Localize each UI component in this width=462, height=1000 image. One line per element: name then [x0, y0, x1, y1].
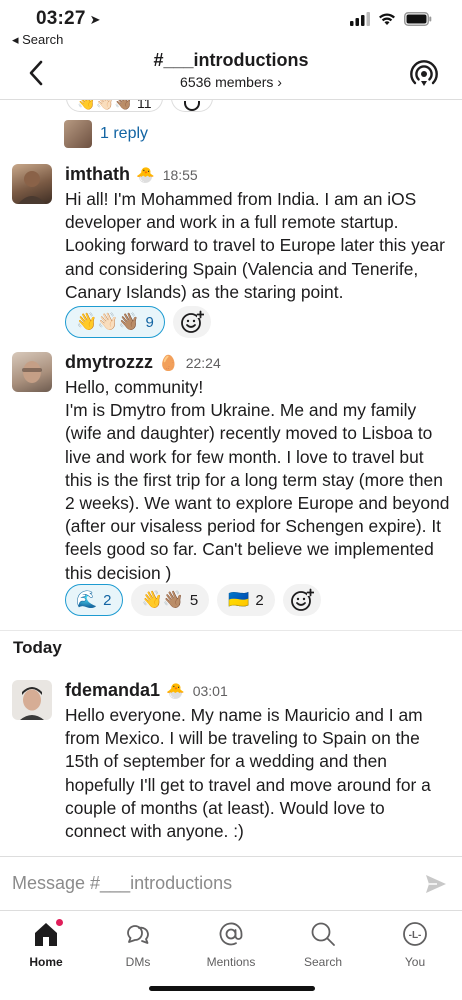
message-header: dmytrozzz 🥚 22:24 [65, 352, 221, 373]
add-reaction-button[interactable] [282, 584, 321, 616]
add-emoji-icon [180, 310, 204, 333]
reaction-pill[interactable]: 👋👋🏻👋🏽 9 [65, 306, 165, 338]
reaction-count: 2 [103, 591, 112, 609]
reaction-count: 11 [137, 100, 152, 111]
reply-count-link[interactable]: 1 reply [100, 125, 148, 143]
reaction-count: 5 [189, 591, 199, 609]
hatching-chick-icon: 🐣 [136, 166, 155, 184]
home-indicator [149, 986, 315, 991]
tab-label: Search [303, 955, 343, 969]
notification-badge [54, 917, 65, 928]
wave-emoji-icon: 👋👋🏻👋🏽 [76, 312, 140, 331]
reaction-pill[interactable]: 🇺🇦 2 [217, 584, 275, 616]
status-bar: 03:27 ➤ ◂ Search [0, 0, 462, 47]
send-icon[interactable] [424, 872, 448, 896]
back-to-app-link[interactable]: ◂ Search [12, 32, 63, 48]
reply-avatar [64, 120, 92, 148]
reaction-pill[interactable]: 👋👋🏻👋🏽 11 [66, 100, 163, 112]
timestamp: 18:55 [162, 166, 198, 183]
dms-icon [123, 919, 153, 949]
message-header: fdemanda1 🐣 03:01 [65, 680, 228, 701]
avatar-illustration [18, 171, 46, 204]
cellular-signal-icon [350, 12, 370, 26]
message-input[interactable]: Message #___introductions [12, 873, 232, 894]
wave-custom-emoji-icon: 🌊 [76, 590, 98, 609]
channel-title[interactable]: #___introductions [0, 50, 462, 71]
add-reaction-button[interactable] [172, 306, 211, 338]
wave-emoji-icon: 👋👋🏽 [141, 590, 184, 609]
you-icon: -L- [400, 919, 430, 949]
member-count[interactable]: 6536 members › [0, 74, 462, 90]
reaction-count: 2 [255, 591, 264, 609]
username[interactable]: fdemanda1 [65, 680, 160, 701]
tab-home[interactable]: Home [6, 917, 86, 969]
channel-header: #___introductions 6536 members › [0, 48, 462, 100]
status-icons [350, 12, 432, 26]
message-text: Hello, community! I'm is Dmytro from Ukr… [65, 377, 450, 583]
add-emoji-icon [183, 101, 200, 111]
timestamp: 22:24 [185, 354, 221, 371]
reaction-count: 9 [145, 313, 154, 331]
clock-text: 03:27 [36, 8, 86, 29]
message-composer[interactable]: Message #___introductions [0, 856, 462, 910]
thread-replies[interactable]: 1 reply [64, 120, 148, 148]
message-text: Hello everyone. My name is Mauricio and … [65, 705, 431, 842]
username[interactable]: dmytrozzz [65, 352, 153, 373]
tab-label: Home [29, 955, 63, 969]
tab-label: DMs [125, 955, 151, 969]
add-reaction-pill[interactable] [170, 100, 213, 112]
wifi-icon [379, 13, 395, 25]
egg-icon: 🥚 [159, 354, 178, 372]
location-arrow-icon: ➤ [89, 12, 101, 27]
reaction-pill[interactable]: 🌊 2 [65, 584, 123, 616]
search-icon [308, 919, 338, 949]
ukraine-flag-icon: 🇺🇦 [228, 590, 250, 609]
tab-dms[interactable]: DMs [98, 919, 178, 969]
huddle-headphones-icon[interactable] [410, 60, 438, 88]
previous-message-reactions: 👋👋🏻👋🏽 11 [66, 100, 213, 112]
day-divider-line [0, 630, 462, 631]
tab-search[interactable]: Search [283, 919, 363, 969]
day-divider-label: Today [13, 638, 62, 657]
add-emoji-icon [290, 588, 314, 611]
reaction-pill[interactable]: 👋👋🏽 5 [130, 584, 210, 616]
message-text: Hi all! I'm Mohammed from India. I am an… [65, 189, 445, 302]
avatar-illustration [22, 361, 42, 383]
tab-mentions[interactable]: Mentions [191, 919, 271, 969]
message-header: imthath 🐣 18:55 [65, 164, 198, 185]
svg-text:-L-: -L- [409, 930, 422, 941]
mentions-icon [216, 919, 246, 949]
home-icon [31, 917, 65, 949]
message-list[interactable]: 👋👋🏻👋🏽 11 1 reply imthath 🐣 18:55 Hi all!… [0, 100, 462, 856]
hatching-chick-icon: 🐣 [166, 682, 185, 700]
tab-you[interactable]: -L- You [375, 919, 455, 969]
status-time: 03:27 ➤ [36, 8, 101, 30]
avatar[interactable] [12, 164, 52, 204]
avatar-illustration [20, 687, 44, 720]
avatar[interactable] [12, 352, 52, 392]
reaction-bar: 👋👋🏻👋🏽 9 [65, 306, 211, 338]
tab-label: You [404, 955, 426, 969]
reaction-emoji: 👋👋🏻👋🏽 [77, 100, 134, 111]
tab-label: Mentions [206, 955, 256, 969]
reaction-bar: 🌊 2 👋👋🏽 5 🇺🇦 2 [65, 584, 321, 616]
username[interactable]: imthath [65, 164, 130, 185]
battery-icon [404, 12, 432, 26]
timestamp: 03:01 [192, 682, 228, 699]
avatar[interactable] [12, 680, 52, 720]
